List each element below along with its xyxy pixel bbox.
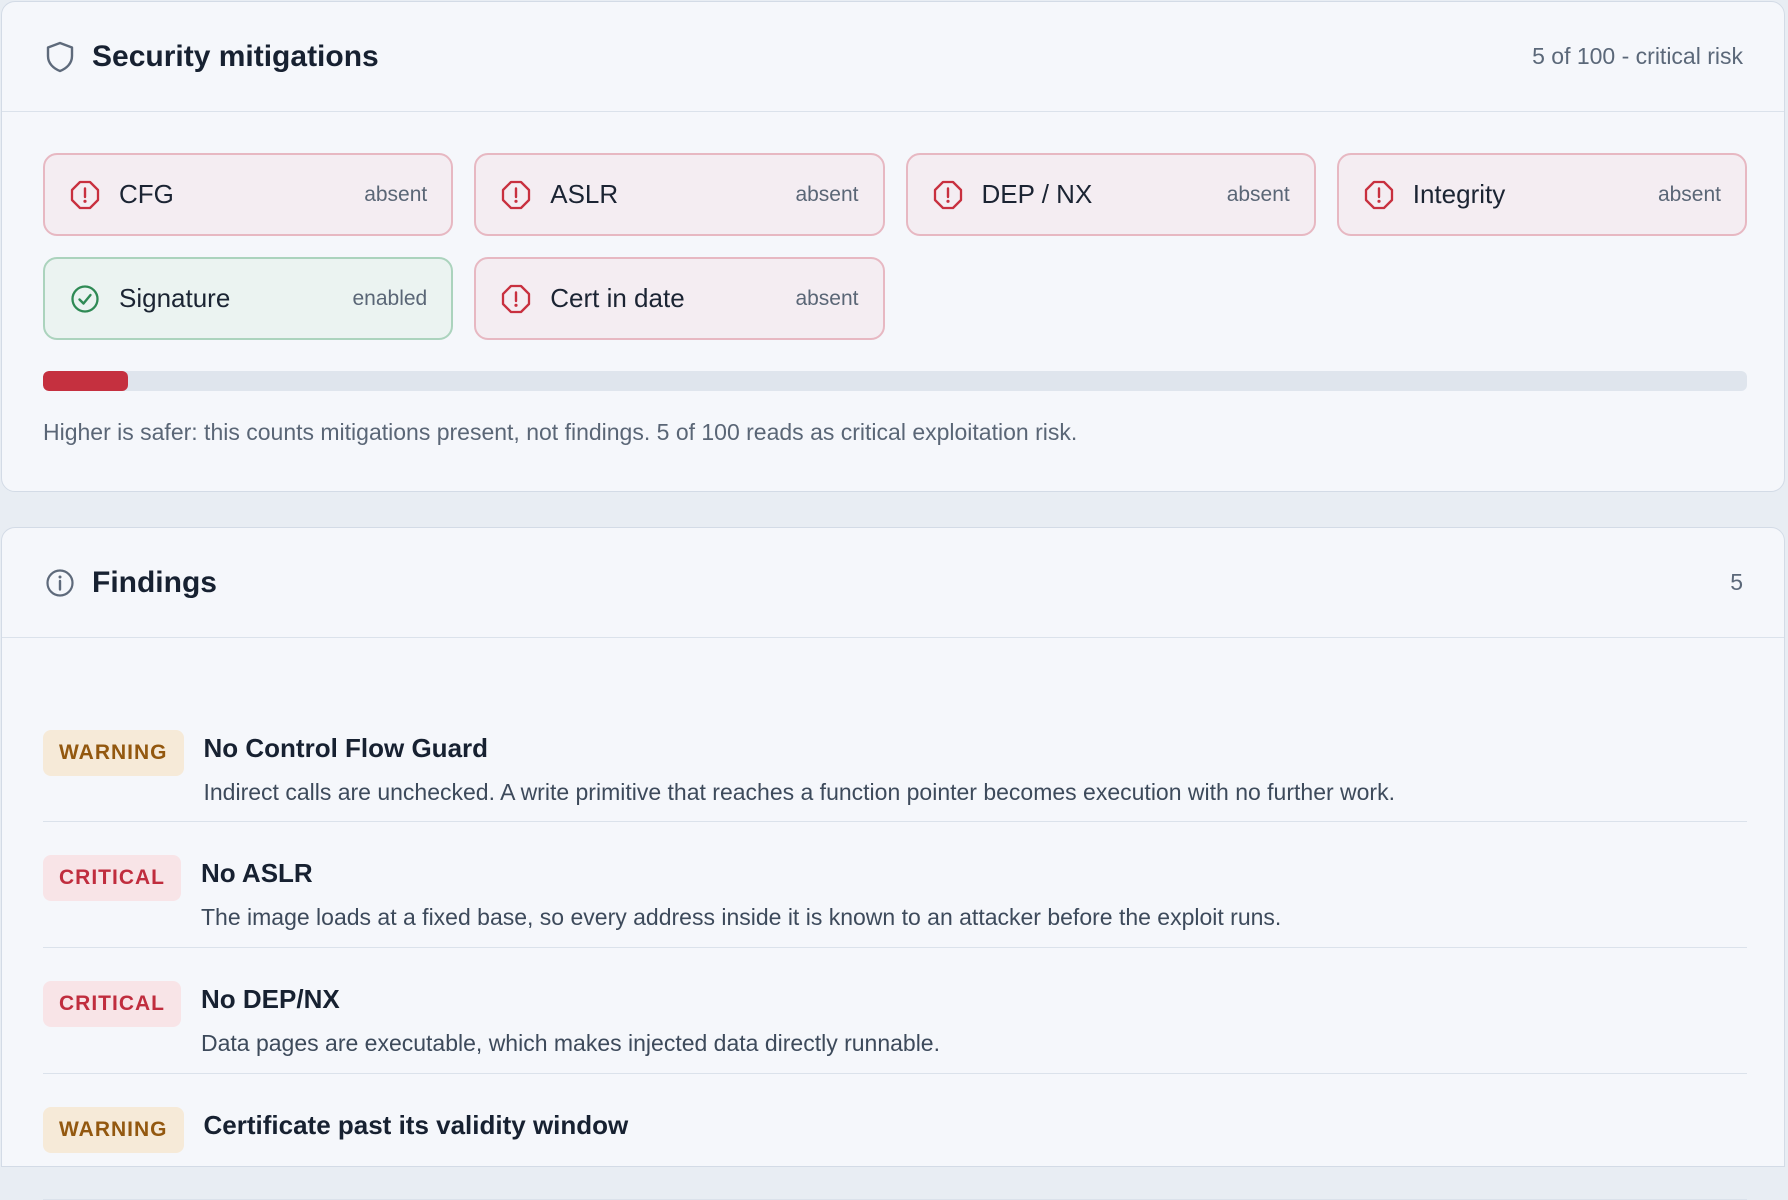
mitigation-tile-cfg: CFG absent (43, 153, 454, 236)
finding-row: CRITICAL No ASLR The image loads at a fixe… (43, 822, 1747, 948)
mitigation-name: Cert in date (550, 283, 685, 313)
shield-icon (43, 40, 77, 74)
severity-badge: WARNING (43, 730, 184, 776)
score-progress-fill (43, 371, 129, 391)
findings-title: Findings (92, 565, 217, 599)
mitigations-title: Security mitigations (92, 39, 379, 73)
mitigation-name: ASLR (550, 179, 619, 209)
alert-octagon-icon (500, 283, 532, 315)
mitigations-header: Security mitigations 5 of 100 - critical… (2, 2, 1784, 112)
mitigation-name: DEP / NX (981, 179, 1093, 209)
severity-badge: WARNING (43, 1107, 184, 1153)
mitigation-tile-cert-in-date: Cert in date absent (474, 257, 885, 340)
finding-body: No Control Flow Guard Indirect calls are … (204, 729, 1396, 806)
mitigation-state: absent (1226, 182, 1290, 206)
findings-count: 5 (1730, 569, 1743, 595)
mitigation-tile-signature: Signature enabled (43, 257, 454, 340)
finding-row: CRITICAL No DEP/NX Data pages are executab… (43, 948, 1747, 1074)
finding-description: Indirect calls are unchecked. A write pr… (203, 779, 1396, 805)
finding-title: No DEP/NX (201, 984, 340, 1014)
finding-title: Certificate past its validity window (203, 1110, 629, 1140)
security-mitigations-panel: Security mitigations 5 of 100 - critical… (1, 1, 1785, 492)
alert-octagon-icon (932, 179, 964, 211)
finding-row: WARNING Certificate past its validity win… (43, 1074, 1747, 1200)
mitigation-state: absent (1657, 182, 1721, 206)
mitigation-tile-integrity: Integrity absent (1336, 153, 1747, 236)
mitigation-state: absent (795, 286, 859, 310)
finding-title: No ASLR (201, 858, 313, 888)
mitigations-score-text: 5 of 100 - critical risk (1532, 43, 1743, 69)
check-circle-icon (69, 283, 101, 315)
mitigation-state: enabled (352, 286, 428, 310)
mitigation-name: Signature (119, 283, 231, 313)
info-icon (43, 566, 77, 600)
mitigation-tile-aslr: ASLR absent (474, 153, 885, 236)
finding-description: The image loads at a fixed base, so ever… (201, 904, 1282, 930)
mitigations-grid: CFG absent ASLR absent DEP / NX absent Integri… (43, 153, 1747, 340)
finding-body: No ASLR The image loads at a fixed base, … (201, 854, 1281, 931)
finding-body: No DEP/NX Data pages are executable, whic… (201, 980, 940, 1057)
mitigation-state: absent (364, 182, 428, 206)
mitigation-name: Integrity (1412, 179, 1506, 209)
mitigation-state: absent (795, 182, 859, 206)
finding-body: Certificate past its validity window (204, 1106, 629, 1156)
finding-title: No Control Flow Guard (203, 733, 489, 763)
finding-description: Data pages are executable, which makes i… (201, 1030, 940, 1056)
finding-row: WARNING No Control Flow Guard Indirect cal… (43, 696, 1747, 822)
findings-header: Findings 5 (2, 528, 1784, 638)
mitigation-name: CFG (119, 179, 174, 209)
findings-panel: Findings 5 WARNING No Control Flow Guard I… (1, 527, 1785, 1200)
severity-badge: CRITICAL (43, 855, 181, 901)
score-progress-bar (43, 371, 1747, 391)
severity-badge: CRITICAL (43, 981, 181, 1027)
alert-octagon-icon (69, 179, 101, 211)
mitigation-tile-dep-nx: DEP / NX absent (905, 153, 1316, 236)
findings-list: WARNING No Control Flow Guard Indirect cal… (43, 696, 1747, 1200)
score-note: Higher is safer: this counts mitigations… (43, 419, 1078, 445)
alert-octagon-icon (1363, 179, 1395, 211)
alert-octagon-icon (500, 179, 532, 211)
